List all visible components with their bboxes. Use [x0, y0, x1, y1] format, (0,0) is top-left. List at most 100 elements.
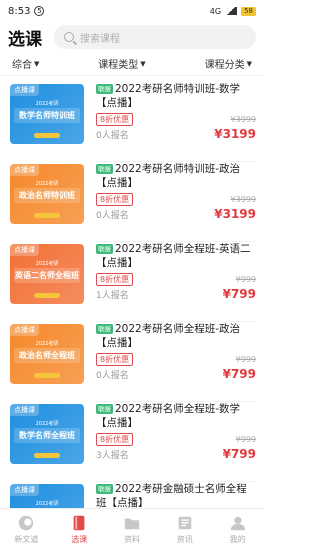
thumb-button-graphic: [34, 213, 60, 218]
course-item[interactable]: 点播课 2022考研 数学名师全程班 联报 2022考研名师全程班-数学【点播】 8折优惠…: [0, 396, 264, 482]
tab-mine[interactable]: 我的: [211, 509, 264, 550]
course-list: 点播课 2022考研 数学名师特训班 联报 2022考研名师特训班-数学【点播】 8折优惠…: [0, 76, 264, 508]
original-price: ¥999: [235, 275, 256, 284]
original-price: ¥3999: [230, 195, 256, 204]
discount-badge: 8折优惠: [96, 273, 134, 286]
thumb-button-graphic: [34, 133, 60, 138]
tab-label: 我的: [229, 535, 246, 544]
course-item[interactable]: 点播课 2022考研 政治名师全程班 联报 2022考研名师全程班-政治【点播】 8折优惠…: [0, 316, 264, 402]
home-logo-icon: [19, 515, 34, 531]
filter-sort[interactable]: 综合 ▼: [12, 56, 40, 72]
tab-materials[interactable]: 资料: [106, 509, 159, 550]
thumb-year: 2022考研: [35, 101, 59, 107]
thumb-tag: 点播课: [10, 484, 39, 496]
course-title-line: 联报 2022考研名师特训班-政治【点播】: [96, 162, 256, 190]
discount-badge: 8折优惠: [96, 193, 134, 206]
filter-label: 课程类型: [98, 60, 139, 71]
filter-label: 综合: [12, 60, 32, 71]
tab-label: 资讯: [176, 535, 193, 544]
thumb-title: 数学名师全程班: [14, 428, 80, 443]
course-title-line: 联报 2022考研金融硕士名师全程班【点播】: [96, 482, 256, 508]
course-thumbnail: 点播课 2022考研 英语二名师全程班: [10, 244, 84, 304]
course-thumbnail: 点播课2022考研金融硕士名师全程班: [10, 484, 84, 508]
enroll-count: 0人报名: [96, 210, 129, 221]
joint-badge: 联报: [96, 484, 113, 494]
course-title: 2022考研名师特训班-数学【点播】: [96, 83, 241, 109]
enroll-count: 0人报名: [96, 130, 129, 141]
thumb-tag: 点播课: [10, 244, 39, 256]
discount-badge: 8折优惠: [96, 433, 134, 446]
tab-label: 选课: [71, 535, 88, 544]
filter-bar: 综合 ▼ 课程类型 ▼ 课程分类 ▼: [0, 52, 264, 76]
page-title: 选课: [8, 29, 42, 50]
course-item[interactable]: 点播课 2022考研 政治名师特训班 联报 2022考研名师特训班-政治【点播】 8折优惠…: [0, 156, 264, 242]
thumb-title: 政治名师特训班: [14, 188, 80, 203]
tab-news[interactable]: 资讯: [158, 509, 211, 550]
price-row-top: 8折优惠 ¥999: [96, 273, 256, 286]
price-row-top: 8折优惠 ¥3999: [96, 193, 256, 206]
course-info: 联报 2022考研名师特训班-数学【点播】 8折优惠 ¥3999 0人报名 ¥3199: [84, 82, 256, 162]
price-row-bottom: 0人报名 ¥3199: [96, 127, 256, 141]
course-title-line: 联报 2022考研名师全程班-数学【点播】: [96, 402, 256, 430]
joint-badge: 联报: [96, 324, 113, 334]
original-price: ¥999: [235, 355, 256, 364]
thumb-year: 2022考研: [35, 261, 59, 267]
status-bar: 8:53 5 4G 58: [0, 0, 264, 22]
discount-badge: 8折优惠: [96, 353, 134, 366]
tab-label: 资料: [123, 535, 140, 544]
course-thumbnail: 点播课 2022考研 政治名师特训班: [10, 164, 84, 224]
enroll-count: 3人报名: [96, 450, 129, 461]
current-price: ¥799: [222, 367, 256, 381]
price-row-top: 8折优惠 ¥999: [96, 353, 256, 366]
caret-down-icon: ▼: [140, 59, 146, 68]
course-thumbnail: 点播课 2022考研 政治名师全程班: [10, 324, 84, 384]
thumb-button-graphic: [34, 293, 60, 298]
filter-course-type[interactable]: 课程类型 ▼: [98, 56, 146, 72]
course-info: 联报 2022考研名师特训班-政治【点播】 8折优惠 ¥3999 0人报名 ¥3199: [84, 162, 256, 242]
tab-course[interactable]: 选课: [53, 509, 106, 550]
course-info: 联报 2022考研名师全程班-政治【点播】 8折优惠 ¥999 0人报名 ¥799: [84, 322, 256, 402]
joint-badge: 联报: [96, 84, 113, 94]
tab-label: 新文道: [14, 535, 39, 544]
course-title: 2022考研名师全程班-政治【点播】: [96, 323, 241, 349]
search-input[interactable]: 搜索课程: [54, 25, 256, 49]
search-placeholder: 搜索课程: [80, 33, 120, 45]
bottom-tab-bar: 新文道 选课 资料 资讯 我的: [0, 508, 264, 550]
course-title: 2022考研名师全程班-英语二【点播】: [96, 243, 251, 269]
discount-badge: 8折优惠: [96, 113, 134, 126]
filter-label: 课程分类: [204, 60, 245, 71]
filter-course-category[interactable]: 课程分类 ▼: [204, 56, 252, 72]
original-price: ¥3999: [230, 115, 256, 124]
thumb-tag: 点播课: [10, 84, 39, 96]
joint-badge: 联报: [96, 164, 113, 174]
notification-icon: 5: [34, 6, 45, 16]
joint-badge: 联报: [96, 404, 113, 414]
course-title: 2022考研名师全程班-数学【点播】: [96, 403, 241, 429]
current-price: ¥3199: [214, 207, 256, 221]
price-row-bottom: 0人报名 ¥799: [96, 367, 256, 381]
caret-down-icon: ▼: [34, 59, 40, 68]
course-info: 联报 2022考研金融硕士名师全程班【点播】: [84, 482, 256, 508]
enroll-count: 1人报名: [96, 290, 129, 301]
price-row-bottom: 0人报名 ¥3199: [96, 207, 256, 221]
course-info: 联报 2022考研名师全程班-数学【点播】 8折优惠 ¥999 3人报名 ¥799: [84, 402, 256, 482]
battery-icon: 58: [241, 6, 256, 16]
current-price: ¥3199: [214, 127, 256, 141]
current-price: ¥799: [222, 447, 256, 461]
course-title-line: 联报 2022考研名师全程班-英语二【点播】: [96, 242, 256, 270]
course-title: 2022考研金融硕士名师全程班【点播】: [96, 483, 247, 508]
price-row-top: 8折优惠 ¥3999: [96, 113, 256, 126]
original-price: ¥999: [235, 435, 256, 444]
course-item[interactable]: 点播课 2022考研 英语二名师全程班 联报 2022考研名师全程班-英语二【点播】 8折…: [0, 236, 264, 322]
course-title-line: 联报 2022考研名师全程班-政治【点播】: [96, 322, 256, 350]
thumb-title: 政治名师全程班: [14, 348, 80, 363]
course-item[interactable]: 点播课 2022考研 数学名师特训班 联报 2022考研名师特训班-数学【点播】 8折优惠…: [0, 76, 264, 162]
thumb-tag: 点播课: [10, 324, 39, 336]
user-icon: [230, 516, 245, 531]
tab-home[interactable]: 新文道: [0, 509, 53, 550]
thumb-year: 2022考研: [35, 421, 59, 427]
signal-icon: [225, 7, 238, 15]
network-label: 4G: [209, 6, 222, 16]
price-row-bottom: 1人报名 ¥799: [96, 287, 256, 301]
course-info: 联报 2022考研名师全程班-英语二【点播】 8折优惠 ¥999 1人报名 ¥799: [84, 242, 256, 322]
